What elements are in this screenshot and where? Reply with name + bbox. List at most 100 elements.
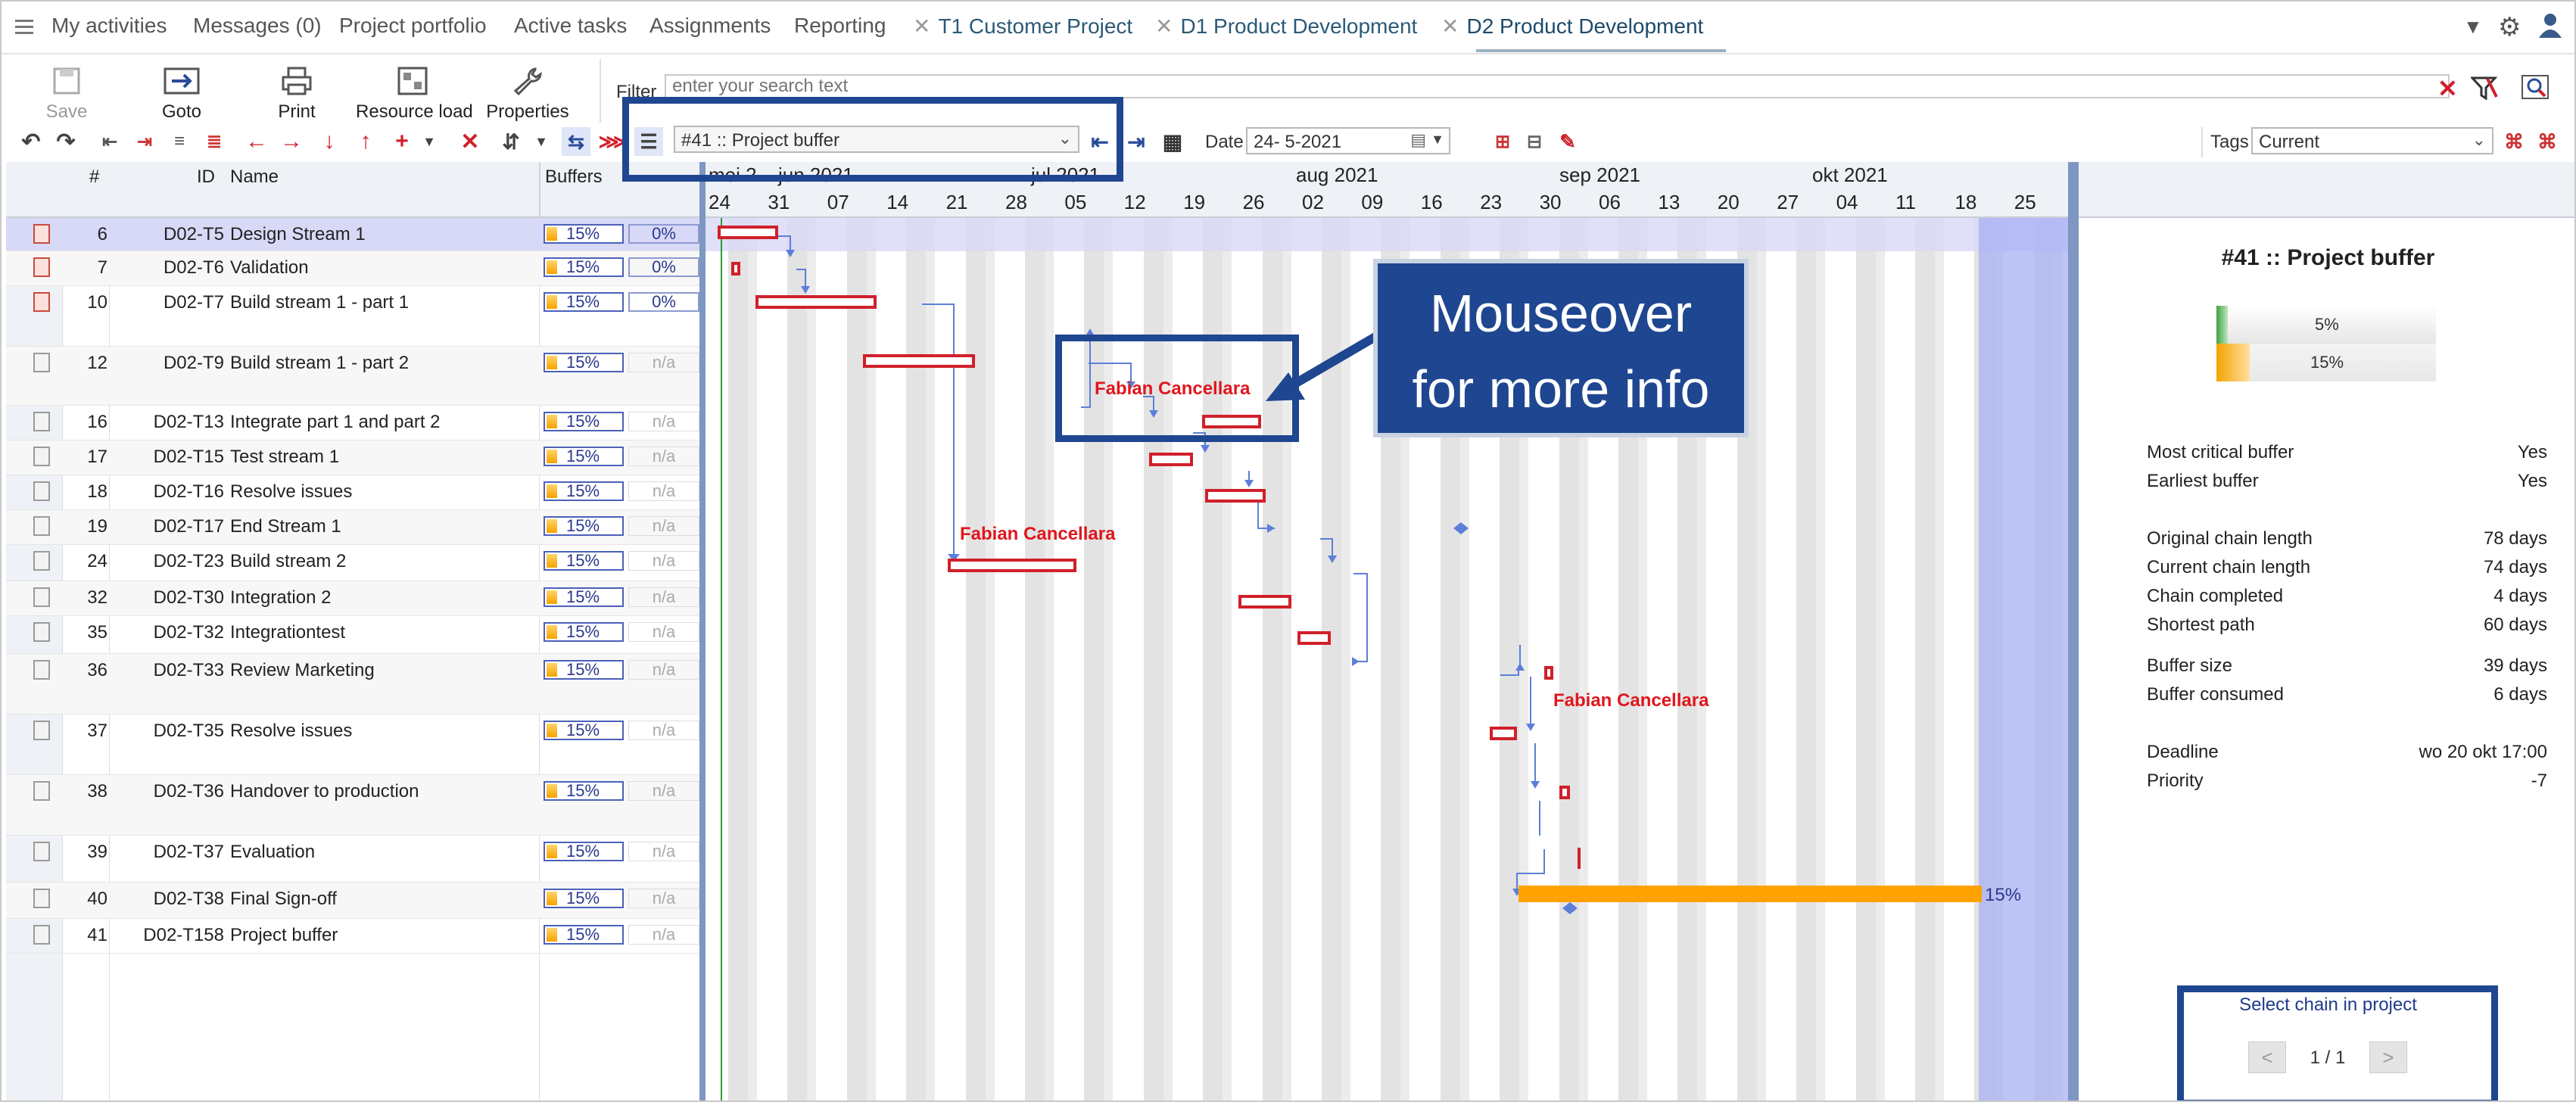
task-bar[interactable] [1238, 595, 1291, 609]
task-icon[interactable] [33, 292, 50, 312]
task-icon[interactable] [33, 842, 50, 861]
task-icon[interactable] [33, 516, 50, 536]
table-row[interactable]: 10 D02-T7 Build stream 1 - part 1 15% 0% [6, 286, 699, 347]
arrow-up-icon[interactable]: ↑ [351, 127, 380, 156]
col-header-id[interactable]: ID [197, 167, 215, 188]
buffer-indicator[interactable]: 15% [544, 412, 624, 431]
table-row[interactable]: 40 D02-T38 Final Sign-off 15% n/a [6, 883, 699, 919]
grid-icon[interactable]: ▦ [1158, 127, 1187, 156]
task-bar[interactable] [755, 295, 877, 309]
undo-icon[interactable]: ↶ [17, 127, 45, 156]
buffer-indicator[interactable]: 15% [544, 781, 624, 801]
table-row[interactable]: 37 D02-T35 Resolve issues 15% n/a [6, 714, 699, 775]
table-row[interactable]: 19 D02-T17 End Stream 1 15% n/a [6, 510, 699, 545]
table-row[interactable]: 17 D02-T15 Test stream 1 15% n/a [6, 440, 699, 475]
add-icon[interactable]: + [388, 127, 416, 156]
nav-active-tasks[interactable]: Active tasks [514, 14, 627, 38]
table-row[interactable]: 18 D02-T16 Resolve issues 15% n/a [6, 475, 699, 510]
tag-remove-icon[interactable]: ⌘ [2533, 127, 2562, 156]
task-icon[interactable] [33, 721, 50, 740]
next-chain-icon[interactable]: ⇥ [1122, 127, 1151, 156]
properties-button[interactable]: Properties [486, 67, 569, 123]
task-bar[interactable] [718, 226, 778, 239]
date-input[interactable]: 24- 5-2021 ▤ ▼ [1246, 127, 1450, 154]
dropdown-icon[interactable]: ▼ [2463, 15, 2483, 39]
close-tab-icon[interactable]: ✕ [1441, 14, 1459, 38]
table-row[interactable]: 38 D02-T36 Handover to production 15% n/a [6, 775, 699, 836]
tags-select[interactable]: Current ⌄ [2251, 127, 2493, 154]
buffer-indicator[interactable]: 15% [544, 889, 624, 908]
menu-icon[interactable] [15, 18, 33, 36]
buffer-indicator[interactable]: 15% [544, 551, 624, 571]
table-row[interactable]: 36 D02-T33 Review Marketing 15% n/a [6, 654, 699, 714]
user-icon[interactable] [2537, 12, 2563, 43]
task-icon[interactable] [33, 925, 50, 945]
filter-input[interactable] [665, 74, 2450, 98]
task-bar[interactable] [1559, 786, 1570, 799]
task-icon[interactable] [33, 257, 50, 277]
buffer-indicator[interactable]: 15% [544, 587, 624, 607]
task-icon[interactable] [33, 781, 50, 801]
close-tab-icon[interactable]: ✕ [1155, 14, 1173, 38]
tab-d2-product-development[interactable]: ✕ D2 Product Development [1441, 14, 1703, 39]
link-dropdown-icon[interactable]: ▼ [527, 127, 556, 156]
table-row[interactable]: 32 D02-T30 Integration 2 15% n/a [6, 581, 699, 616]
clear-filter-icon[interactable]: ✕ [2437, 74, 2458, 103]
chain-view-icon[interactable]: ⇆ [562, 127, 590, 156]
buffer-indicator[interactable]: 15% [544, 447, 624, 466]
arrow-down-icon[interactable]: ↓ [315, 127, 344, 156]
task-icon[interactable] [33, 889, 50, 908]
task-bar[interactable] [1149, 453, 1193, 466]
table-row[interactable]: 24 D02-T23 Build stream 2 15% n/a [6, 545, 699, 581]
arrow-left-icon[interactable]: ← [242, 127, 271, 156]
task-icon[interactable] [33, 622, 50, 642]
nav-project-portfolio[interactable]: Project portfolio [339, 14, 487, 38]
gear-icon[interactable]: ⚙ [2498, 12, 2521, 42]
buffer-indicator[interactable]: 15% [544, 516, 624, 536]
project-buffer-bar[interactable] [1519, 886, 1982, 902]
edit-icon[interactable]: ✎ [1553, 127, 1582, 156]
nav-assignments[interactable]: Assignments [649, 14, 771, 38]
nav-messages[interactable]: Messages (0) [193, 14, 322, 38]
table-row[interactable]: 41 D02-T158 Project buffer 15% n/a [6, 919, 699, 954]
task-icon[interactable] [33, 660, 50, 680]
buffer-indicator[interactable]: 15% [544, 224, 624, 244]
task-bar[interactable] [1205, 489, 1266, 503]
col-header-name[interactable]: Name [230, 167, 279, 188]
redo-icon[interactable]: ↷ [51, 127, 80, 156]
link-tasks-icon[interactable]: ⇵ [497, 127, 525, 156]
tag-add-icon[interactable]: ⌘ [2500, 127, 2528, 156]
indent-icon[interactable]: ⇥ [130, 127, 159, 156]
save-button[interactable]: Save [45, 67, 88, 123]
collapse-icon[interactable]: ≡ [165, 127, 194, 156]
outdent-icon[interactable]: ⇤ [95, 127, 124, 156]
delete-icon[interactable]: ✕ [456, 127, 484, 156]
buffer-indicator[interactable]: 15% [544, 622, 624, 642]
resource-load-button[interactable]: Resource load [356, 67, 473, 123]
buffer-indicator[interactable]: 15% [544, 660, 624, 680]
task-icon[interactable] [33, 412, 50, 431]
table-row[interactable]: 16 D02-T13 Integrate part 1 and part 2 15% n… [6, 406, 699, 440]
buffer-indicator[interactable]: 15% [544, 292, 624, 312]
tab-d1-product-development[interactable]: ✕ D1 Product Development [1155, 14, 1417, 39]
close-tab-icon[interactable]: ✕ [913, 14, 930, 38]
task-icon[interactable] [33, 587, 50, 607]
col-header-buffers[interactable]: Buffers [545, 167, 603, 188]
nav-reporting[interactable]: Reporting [794, 14, 886, 38]
chevron-down-icon[interactable]: ▼ [1431, 132, 1444, 148]
task-bar[interactable] [1297, 631, 1331, 645]
filter-funnel-icon[interactable] [2469, 76, 2498, 104]
task-bar[interactable] [863, 354, 975, 368]
task-icon[interactable] [33, 481, 50, 501]
task-icon[interactable] [33, 224, 50, 244]
table-row[interactable]: 39 D02-T37 Evaluation 15% n/a [6, 836, 699, 883]
zoom-out-timeline-icon[interactable]: ⊟ [1520, 127, 1549, 156]
buffer-indicator[interactable]: 15% [544, 353, 624, 372]
table-row[interactable]: 6 D02-T5 Design Stream 1 15% 0% [6, 218, 699, 251]
table-row[interactable]: 35 D02-T32 Integrationtest 15% n/a [6, 616, 699, 654]
search-person-icon[interactable] [2521, 74, 2550, 104]
add-dropdown-icon[interactable]: ▼ [415, 127, 444, 156]
calendar-icon[interactable]: ▤ [1410, 130, 1426, 150]
buffer-indicator[interactable]: 15% [544, 925, 624, 945]
buffer-indicator[interactable]: 15% [544, 481, 624, 501]
